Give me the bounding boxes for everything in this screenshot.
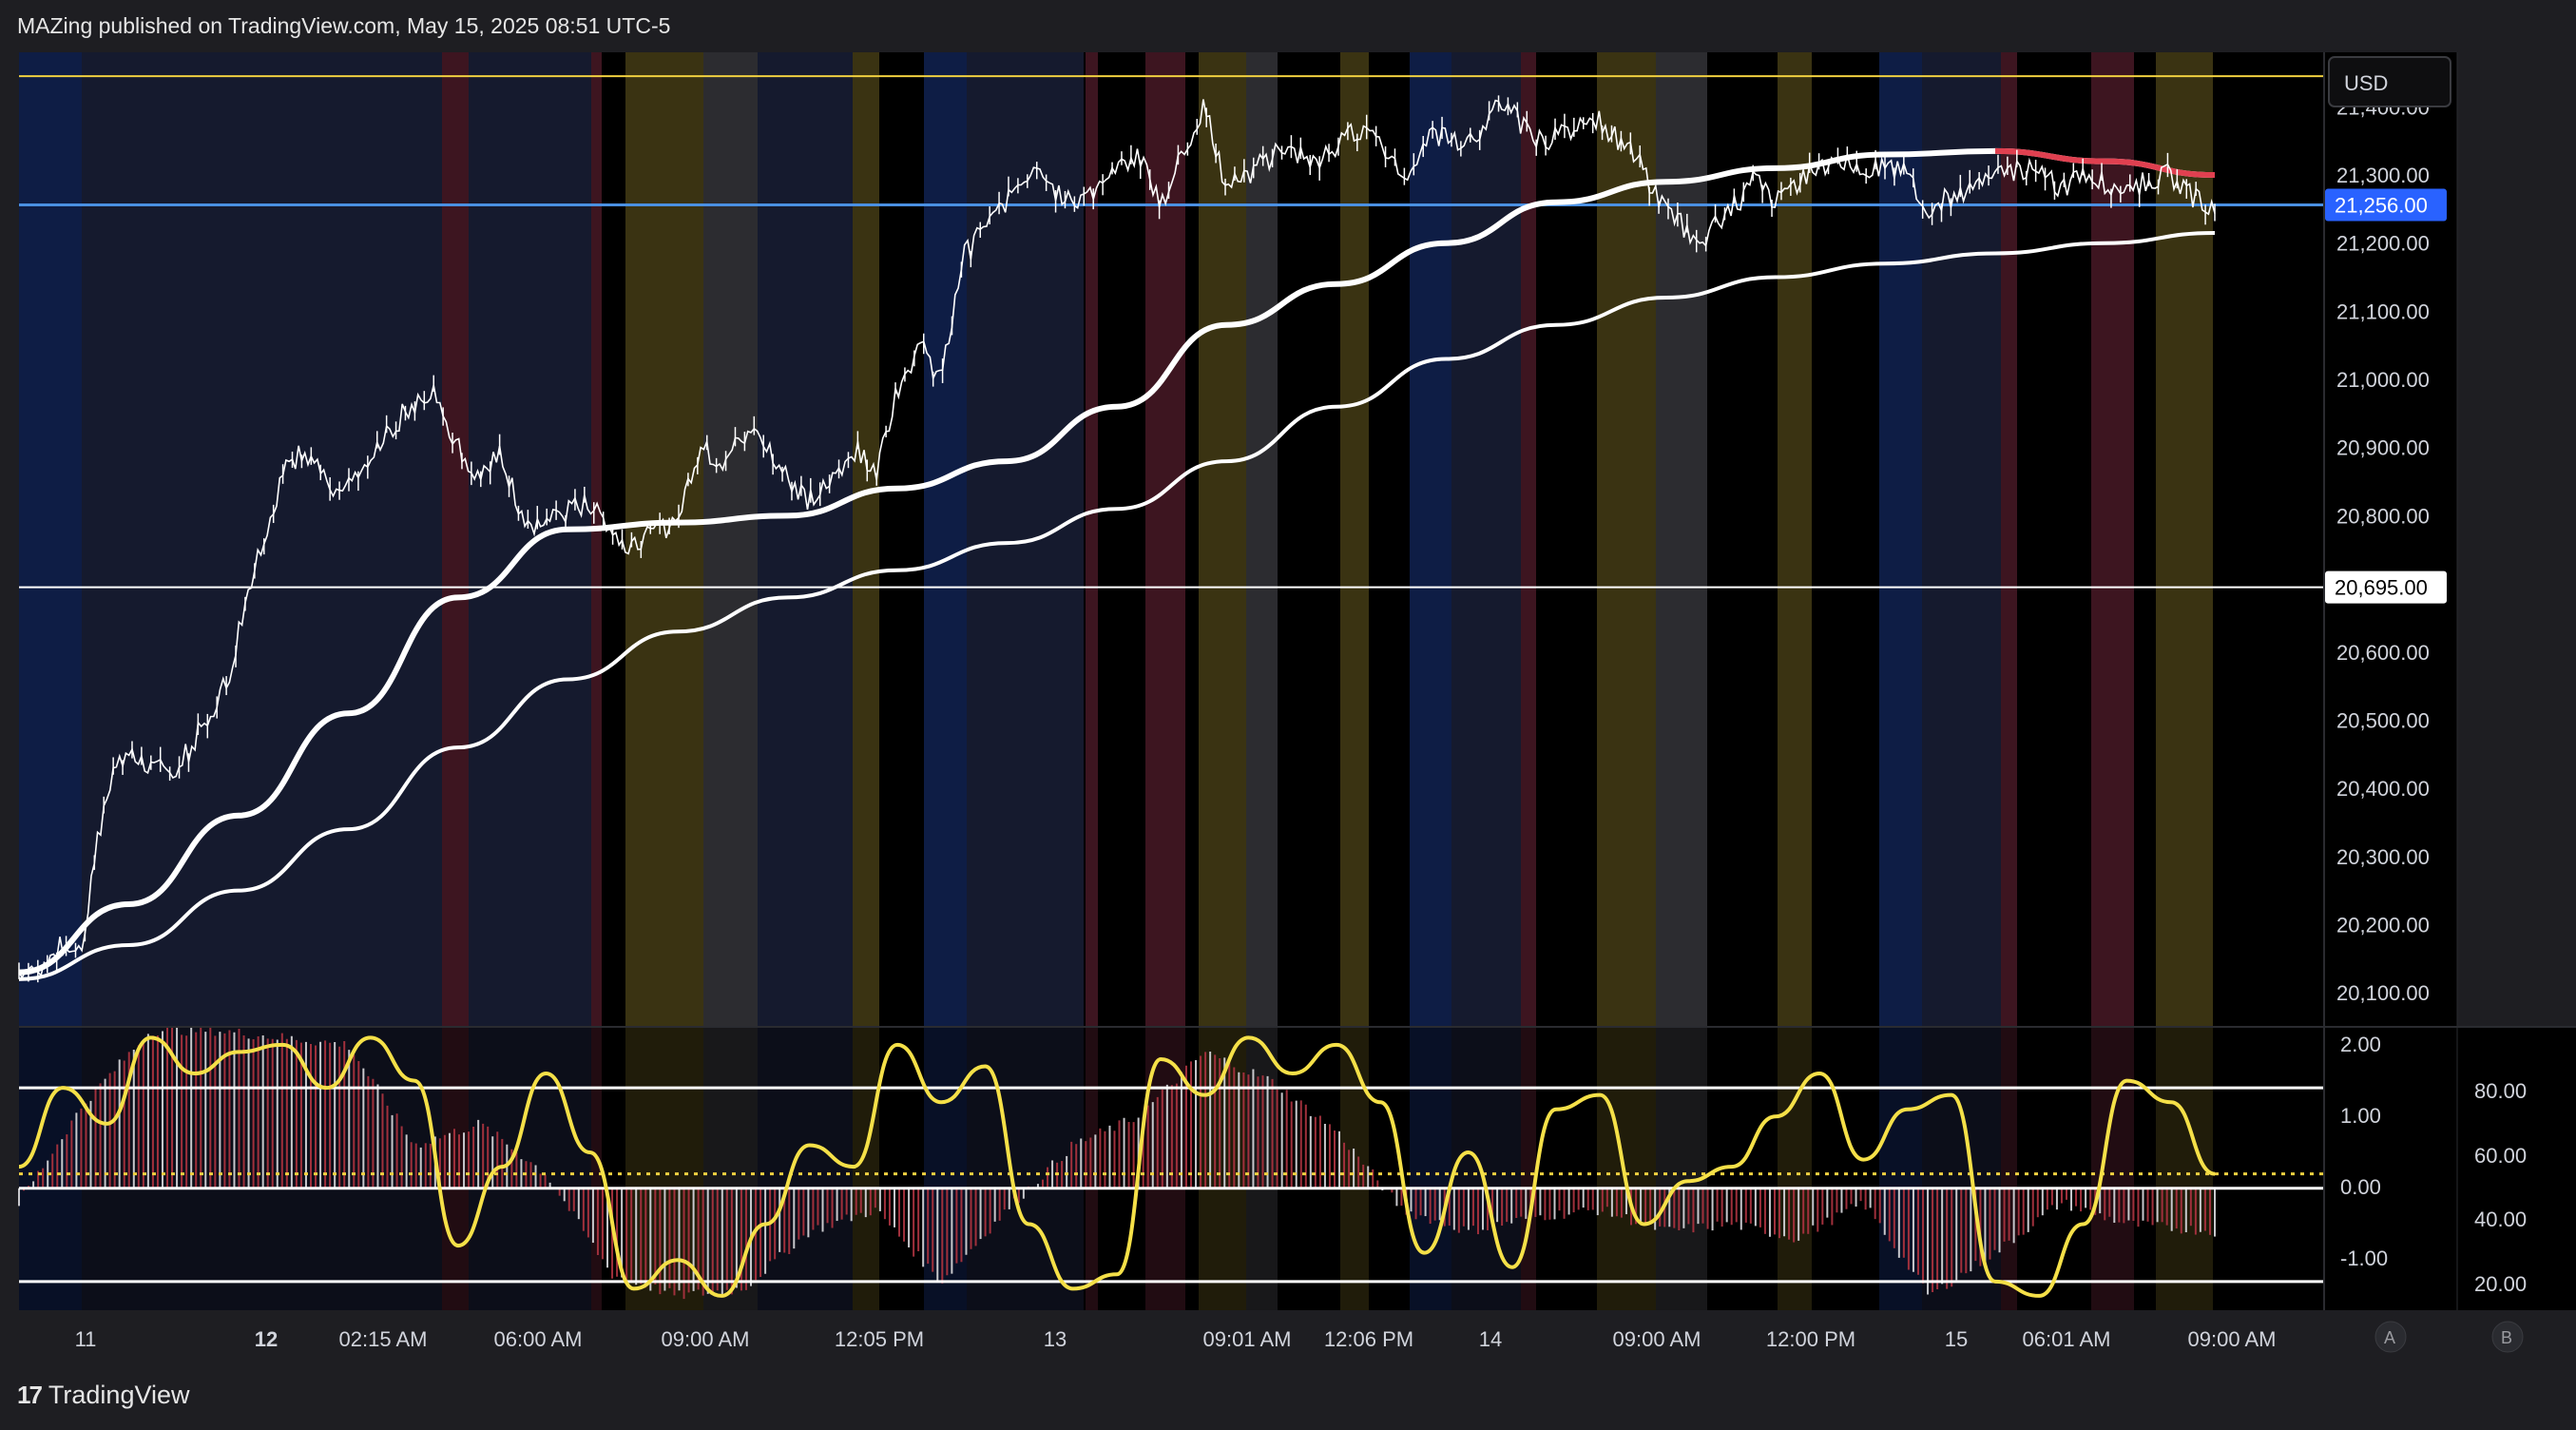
session-band [703,52,758,1027]
session-band [1199,52,1246,1027]
tradingview-logo-icon: 17 [17,1381,43,1409]
time-tick-label: 09:01 AM [1203,1327,1292,1351]
time-tick-label: 12:05 PM [835,1327,924,1351]
chart-canvas[interactable]: 21,400.0021,300.0021,200.0021,100.0021,0… [0,0,2576,1430]
scale-button-a[interactable]: A [2374,1321,2407,1353]
time-tick-label: 11 [75,1327,97,1351]
session-band [82,52,442,1027]
session-band-osc [758,1027,853,1310]
scale-button-b[interactable]: B [2491,1321,2524,1353]
time-tick-label: 09:00 AM [2188,1327,2277,1351]
price-tick-label: 21,000.00 [2336,368,2430,392]
price-tick-label: 20,100.00 [2336,981,2430,1005]
time-tick-label: 02:15 AM [339,1327,428,1351]
session-band-osc [703,1027,758,1310]
session-band-osc [853,1027,879,1310]
session-band [758,52,853,1027]
session-band [1521,52,1536,1027]
time-tick-label: 15 [1945,1327,1968,1351]
session-band-osc [1778,1027,1812,1310]
time-tick-label: 06:00 AM [494,1327,583,1351]
time-tick-label: 09:00 AM [1613,1327,1701,1351]
oscillator-tick-left: -1.00 [2340,1246,2388,1270]
time-tick-label: 12:06 PM [1324,1327,1413,1351]
price-tick-label: 20,800.00 [2336,504,2430,528]
session-band-osc [924,1027,967,1310]
time-tick-label: 09:00 AM [662,1327,750,1351]
price-tag-label: 20,695.00 [2335,576,2428,600]
session-band-osc [1597,1027,1656,1310]
session-band [1778,52,1812,1027]
tradingview-logo-text: TradingView [48,1381,190,1409]
scale-button-b-label: B [2501,1328,2512,1347]
time-tick-label: 13 [1044,1327,1067,1351]
tradingview-logo[interactable]: 17 TradingView [17,1381,190,1410]
session-band [442,52,469,1027]
session-band [19,52,34,1027]
session-band [853,52,879,1027]
price-tag-label: 21,256.00 [2335,194,2428,218]
session-band [1340,52,1369,1027]
time-tick-label: 12:00 PM [1766,1327,1855,1351]
price-tick-label: 21,300.00 [2336,164,2430,187]
price-tick-label: 20,300.00 [2336,845,2430,869]
oscillator-tick-left: 2.00 [2340,1033,2381,1056]
session-band [2001,52,2017,1027]
price-tick-label: 20,200.00 [2336,913,2430,937]
price-tick-label: 20,900.00 [2336,436,2430,460]
price-tick-label: 20,500.00 [2336,708,2430,732]
time-tick-label: 14 [1479,1327,1502,1351]
price-tick-label: 20,600.00 [2336,641,2430,665]
session-band [1922,52,2001,1027]
session-band [34,52,82,1027]
price-tick-label: 21,100.00 [2336,300,2430,323]
oscillator-tick-right: 80.00 [2474,1079,2527,1103]
session-band-osc [1879,1027,1922,1310]
currency-button[interactable]: USD [2328,56,2451,107]
session-band [625,52,703,1027]
session-band-osc [1410,1027,1451,1310]
oscillator-tick-left: 1.00 [2340,1104,2381,1128]
price-tick-label: 20,400.00 [2336,777,2430,801]
oscillator-axis-right[interactable] [2457,1027,2576,1310]
session-band-osc [19,1027,34,1310]
session-band-osc [1656,1027,1707,1310]
oscillator-tick-left: 0.00 [2340,1175,2381,1199]
session-band [1410,52,1451,1027]
session-band-osc [2001,1027,2017,1310]
session-band [1145,52,1185,1027]
oscillator-tick-right: 20.00 [2474,1272,2527,1296]
session-band [1451,52,1521,1027]
session-band [2091,52,2134,1027]
scale-button-a-label: A [2384,1328,2395,1347]
session-band-osc [2091,1027,2134,1310]
session-band [469,52,591,1027]
time-tick-label: 06:01 AM [2023,1327,2111,1351]
session-band [2156,52,2213,1027]
oscillator-tick-right: 60.00 [2474,1144,2527,1168]
oscillator-tick-right: 40.00 [2474,1208,2527,1231]
currency-label: USD [2344,71,2388,95]
time-tick-label: 12 [255,1327,278,1351]
session-band [1597,52,1656,1027]
session-band [924,52,967,1027]
session-band [1246,52,1278,1027]
price-tick-label: 21,200.00 [2336,232,2430,256]
session-band [591,52,602,1027]
session-band-osc [1521,1027,1536,1310]
session-band [1086,52,1098,1027]
